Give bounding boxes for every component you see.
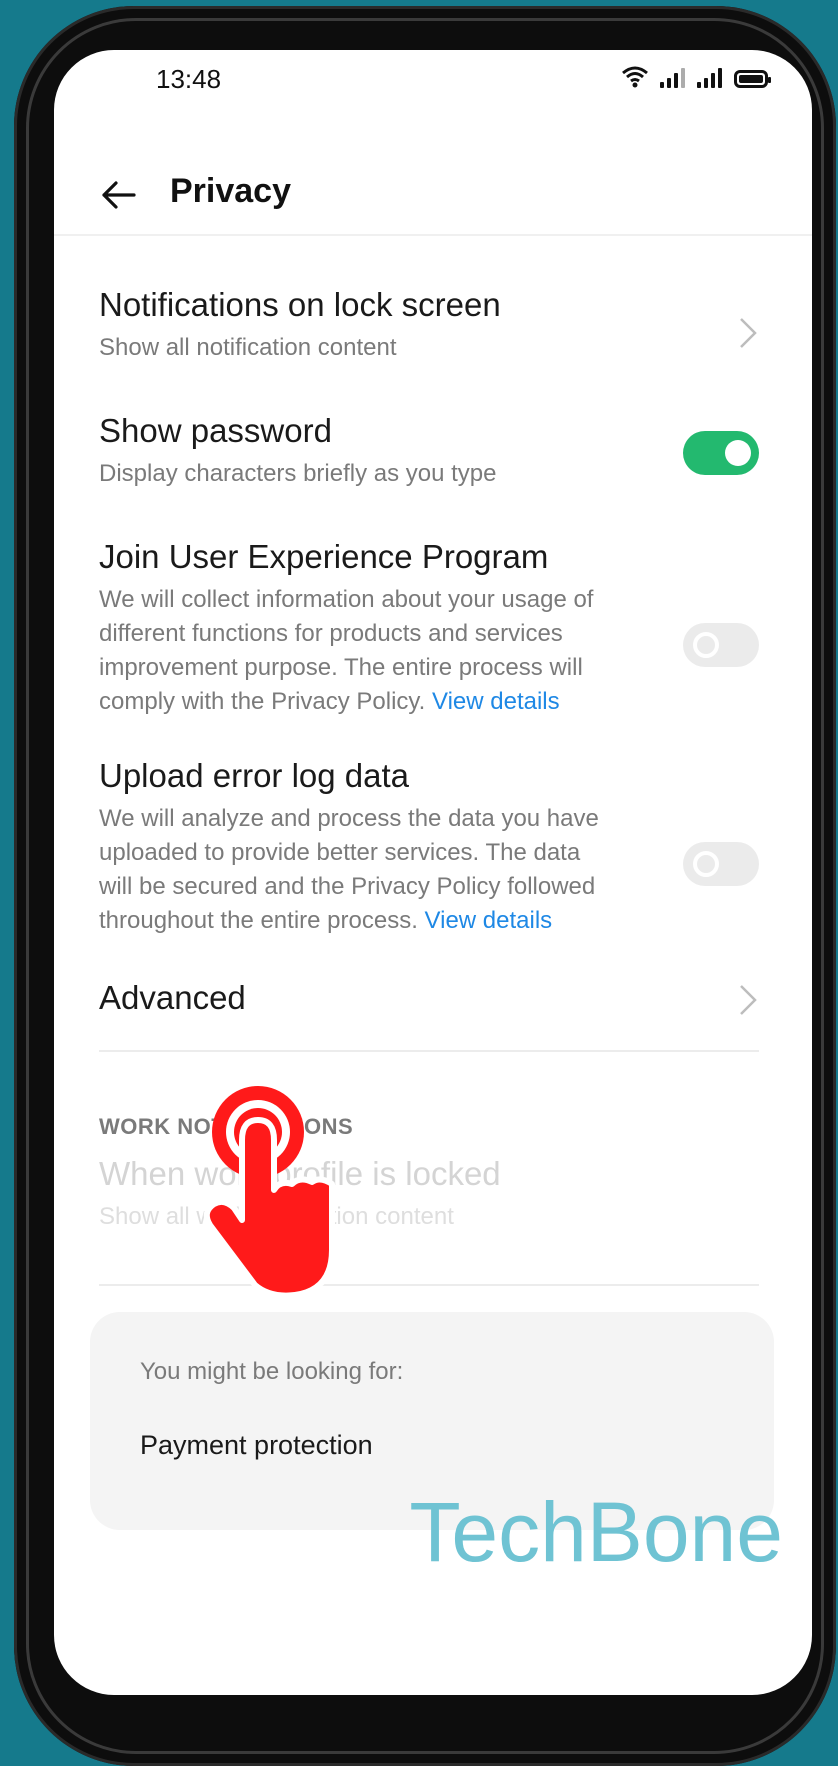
- wifi-icon: [622, 66, 648, 88]
- setting-join-user-experience-program[interactable]: Join User Experience Program We will col…: [99, 537, 759, 719]
- view-details-link[interactable]: View details: [432, 688, 560, 715]
- setting-subtitle: Show all notification content: [99, 334, 397, 361]
- view-details-link[interactable]: View details: [425, 907, 553, 934]
- show-password-toggle[interactable]: [683, 431, 759, 475]
- back-arrow-icon[interactable]: [94, 170, 144, 220]
- setting-subtitle: Display characters briefly as you type: [99, 460, 497, 487]
- suggestions-header: You might be looking for:: [140, 1358, 404, 1385]
- app-bar-divider: [54, 234, 812, 236]
- techbone-watermark: TechBone: [409, 1485, 783, 1579]
- section-divider: [99, 1284, 759, 1286]
- setting-subtitle: We will analyze and process the data you…: [99, 802, 619, 938]
- setting-title: Join User Experience Program: [99, 538, 549, 575]
- setting-subtitle: We will collect information about your u…: [99, 583, 619, 719]
- chevron-right-icon: [740, 318, 757, 348]
- setting-title: Show password: [99, 412, 332, 449]
- status-icons: [622, 66, 771, 88]
- setting-subtitle: Show all work notification content: [99, 1203, 454, 1230]
- page-title: Privacy: [170, 172, 291, 210]
- setting-advanced[interactable]: Advanced: [99, 978, 759, 1038]
- setting-work-profile-locked[interactable]: When work profile is locked Show all wor…: [99, 1154, 759, 1234]
- status-bar: 13:48: [54, 50, 812, 120]
- setting-title: Upload error log data: [99, 757, 410, 794]
- setting-title: Advanced: [99, 979, 246, 1016]
- app-bar: Privacy: [54, 160, 812, 230]
- status-time: 13:48: [156, 64, 222, 94]
- signal-icon: [697, 66, 722, 88]
- signal-icon: [660, 66, 685, 88]
- screen: 13:48 Privacy Notifications on lock scre…: [54, 50, 812, 1695]
- user-experience-toggle[interactable]: [683, 623, 759, 667]
- suggestion-item-payment-protection[interactable]: Payment protection: [140, 1430, 373, 1461]
- setting-show-password[interactable]: Show password Display characters briefly…: [99, 411, 759, 491]
- setting-title: When work profile is locked: [99, 1155, 501, 1192]
- setting-title: Notifications on lock screen: [99, 286, 501, 323]
- chevron-right-icon: [740, 985, 757, 1015]
- setting-upload-error-log-data[interactable]: Upload error log data We will analyze an…: [99, 756, 759, 938]
- tap-hand-icon: [203, 1086, 335, 1299]
- setting-notifications-on-lock-screen[interactable]: Notifications on lock screen Show all no…: [99, 285, 759, 365]
- upload-error-log-toggle[interactable]: [683, 842, 759, 886]
- battery-icon: [734, 70, 771, 88]
- section-divider: [99, 1050, 759, 1052]
